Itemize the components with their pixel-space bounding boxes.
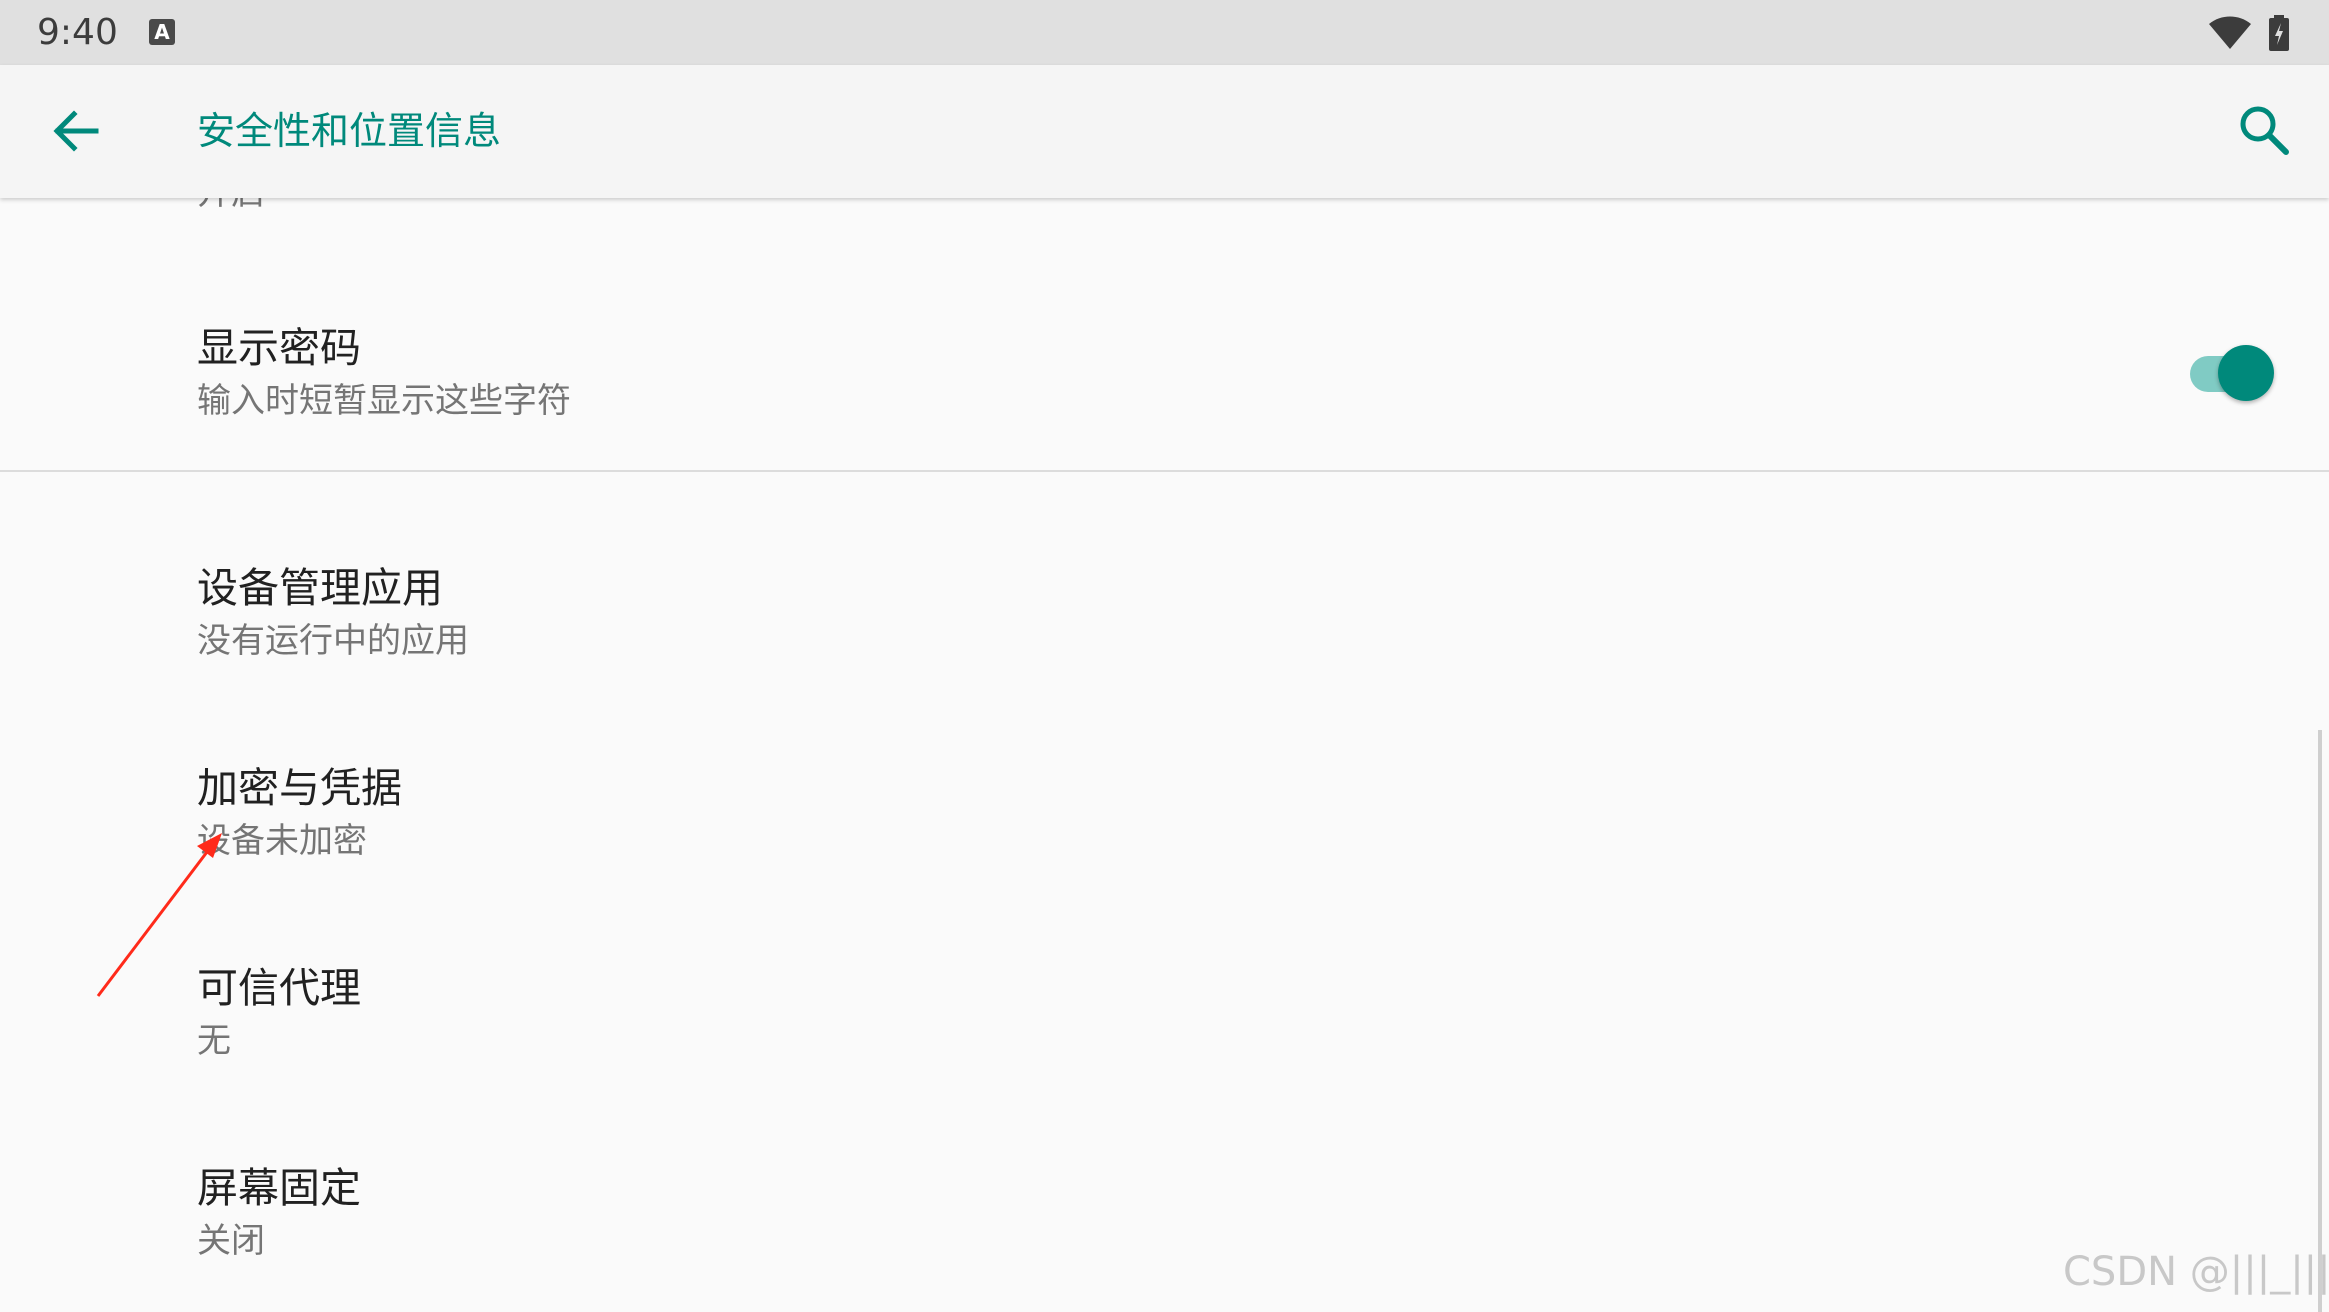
scrollbar[interactable] xyxy=(2318,730,2322,1312)
pref-title: 显示密码 xyxy=(197,324,361,372)
status-bar: 9:40 A xyxy=(0,0,2329,65)
back-arrow-icon[interactable] xyxy=(46,101,106,161)
app-toolbar: 安全性和位置信息 xyxy=(0,65,2329,198)
pref-summary: 关闭 xyxy=(197,1221,265,1261)
pref-encryption-credentials[interactable]: 加密与凭据 设备未加密 xyxy=(0,758,2329,888)
pref-screen-pinning[interactable]: 屏幕固定 关闭 xyxy=(0,1158,2329,1288)
battery-charging-icon xyxy=(2269,15,2289,51)
section-divider xyxy=(0,470,2329,472)
wifi-icon xyxy=(2209,16,2251,49)
watermark: CSDN @|||_||| xyxy=(2063,1249,2329,1295)
pref-title: 加密与凭据 xyxy=(197,764,402,812)
pref-summary: 无 xyxy=(197,1021,231,1061)
pref-title: 设备管理应用 xyxy=(197,564,443,612)
pref-summary: 设备未加密 xyxy=(197,821,367,861)
settings-list: 开启 显示密码 输入时短暂显示这些字符 设备管理应用 没有运行中的应用 加密与凭… xyxy=(0,198,2329,1312)
pref-title: 可信代理 xyxy=(197,964,361,1012)
settings-screen: 9:40 A 安全性和位置信息 开启 显示密码 输入时短暂显示这些字符 xyxy=(0,0,2329,1312)
show-password-switch[interactable] xyxy=(2186,340,2278,404)
pref-show-password[interactable]: 显示密码 输入时短暂显示这些字符 xyxy=(0,318,2329,468)
pref-summary: 输入时短暂显示这些字符 xyxy=(197,381,571,421)
keyboard-ime-icon: A xyxy=(149,19,175,45)
search-icon[interactable] xyxy=(2234,100,2294,160)
partial-item-summary: 开启 xyxy=(197,198,265,216)
pref-summary: 没有运行中的应用 xyxy=(197,621,469,661)
status-time: 9:40 xyxy=(37,12,118,53)
pref-device-admin-apps[interactable]: 设备管理应用 没有运行中的应用 xyxy=(0,558,2329,688)
switch-thumb xyxy=(2218,345,2274,401)
pref-trust-agents[interactable]: 可信代理 无 xyxy=(0,958,2329,1088)
pref-title: 屏幕固定 xyxy=(197,1164,361,1212)
page-title: 安全性和位置信息 xyxy=(197,109,502,153)
